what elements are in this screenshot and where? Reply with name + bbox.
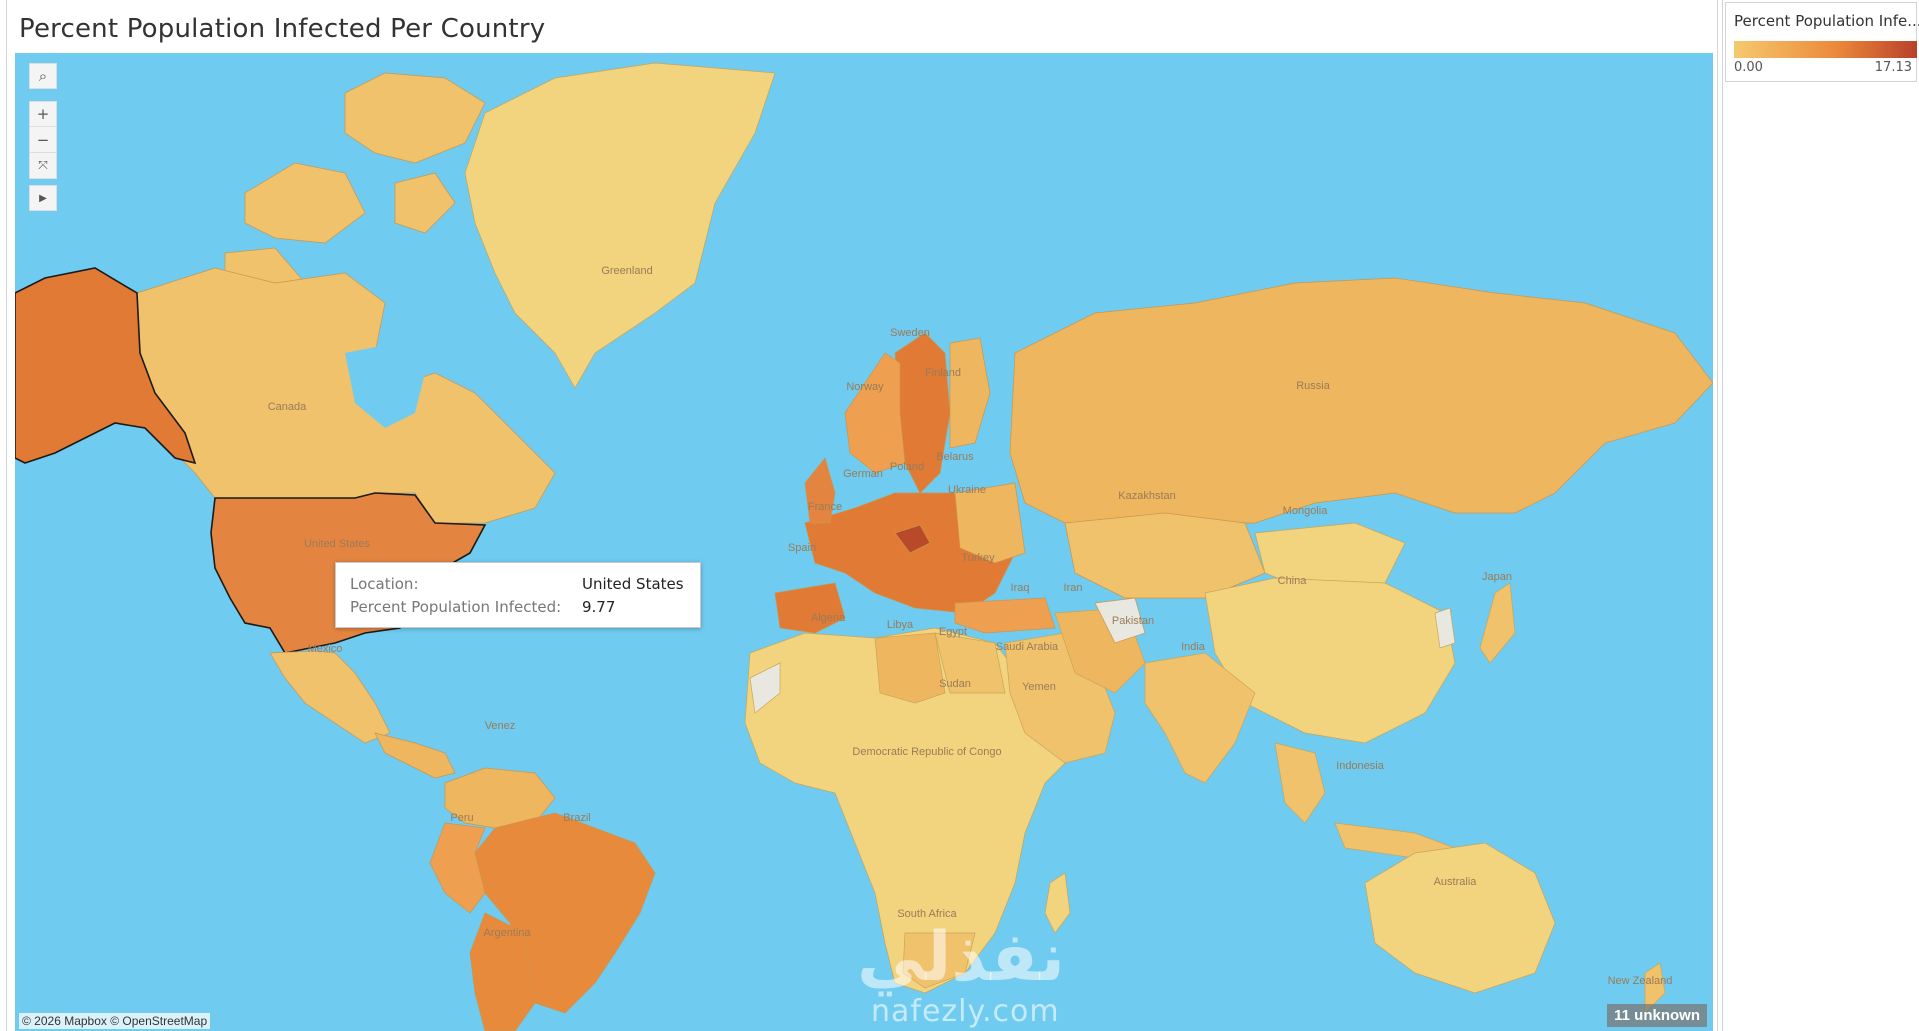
unknown-badge[interactable]: 11 unknown	[1607, 1004, 1707, 1027]
label-finland: Finland	[925, 367, 961, 379]
zoom-out-button[interactable]: −	[29, 127, 57, 153]
country-libya[interactable]	[874, 632, 946, 704]
label-russia: Russia	[1296, 380, 1331, 392]
reset-map-icon[interactable]: ⤧	[29, 153, 57, 179]
label-egypt: Egypt	[939, 626, 967, 638]
label-australia: Australia	[1434, 876, 1478, 888]
label-canada: Canada	[268, 401, 307, 413]
tooltip-metric-value: 9.77	[582, 598, 616, 616]
tooltip-location-value: United States	[582, 575, 684, 593]
sheet-title: Percent Population Infected Per Country	[19, 14, 546, 44]
watermark-arabic: نفذلي	[857, 918, 1066, 997]
label-ukraine: Ukraine	[948, 484, 986, 496]
label-libya: Libya	[887, 619, 914, 631]
label-norway: Norway	[846, 381, 884, 393]
map-view[interactable]: Greenland Canada United States Mexico Ve…	[15, 53, 1713, 1031]
label-sweden: Sweden	[890, 327, 930, 339]
label-peru: Peru	[450, 812, 473, 824]
map-controls: ⌕ + − ⤧ ▶	[29, 63, 57, 211]
watermark-latin: nafezly.com	[871, 994, 1060, 1029]
map-attribution[interactable]: © 2026 Mapbox © OpenStreetMap	[19, 1013, 211, 1029]
label-algeria: Algeria	[811, 612, 846, 624]
legend-panel: Percent Population Infe... 0.00 17.13	[1722, 0, 1919, 1031]
zoom-controls: + − ⤧	[29, 101, 57, 179]
map-sheet: Percent Population Infected Per Country	[6, 0, 1718, 1031]
label-venezuela: Venez	[485, 720, 516, 732]
label-iraq: Iraq	[1011, 582, 1030, 594]
label-india: India	[1181, 641, 1206, 653]
tooltip-location-row: Location: United States	[350, 573, 686, 596]
legend-title: Percent Population Infe...	[1734, 12, 1919, 30]
label-china: China	[1278, 575, 1308, 587]
label-japan: Japan	[1482, 571, 1512, 583]
label-kazakhstan: Kazakhstan	[1118, 490, 1175, 502]
label-france: France	[808, 501, 842, 513]
label-indonesia: Indonesia	[1336, 760, 1385, 772]
country-turkey[interactable]	[954, 597, 1056, 634]
label-turkey: Turkey	[961, 552, 995, 564]
label-spain: Spain	[788, 542, 816, 554]
zoom-in-button[interactable]: +	[29, 101, 57, 127]
label-mongolia: Mongolia	[1283, 505, 1329, 517]
label-drc: Democratic Republic of Congo	[852, 746, 1001, 758]
magnifier-icon[interactable]: ⌕	[29, 63, 57, 89]
legend-max-value: 17.13	[1874, 60, 1912, 75]
world-map[interactable]: Greenland Canada United States Mexico Ve…	[15, 53, 1713, 1031]
label-argentina: Argentina	[483, 927, 531, 939]
label-germany: German	[843, 468, 883, 480]
play-triangle-icon[interactable]: ▶	[29, 185, 57, 211]
label-yemen: Yemen	[1022, 681, 1056, 693]
label-new-zealand: New Zealand	[1608, 975, 1673, 987]
label-brazil: Brazil	[563, 812, 591, 824]
dashboard: Percent Population Infected Per Country	[0, 0, 1919, 1031]
tooltip-location-key: Location:	[350, 575, 419, 593]
legend-gradient-bar	[1734, 41, 1917, 58]
label-sudan: Sudan	[939, 678, 971, 690]
color-legend[interactable]: Percent Population Infe... 0.00 17.13	[1725, 2, 1919, 82]
tooltip-metric-row: Percent Population Infected: 9.77	[350, 596, 686, 619]
label-pakistan: Pakistan	[1112, 615, 1154, 627]
label-poland: Poland	[890, 461, 924, 473]
map-tooltip: Location: United States Percent Populati…	[335, 562, 701, 628]
label-greenland: Greenland	[601, 265, 652, 277]
label-iran: Iran	[1064, 582, 1083, 594]
legend-min-value: 0.00	[1734, 60, 1763, 75]
label-united-states: United States	[304, 538, 371, 550]
label-saudi-arabia: Saudi Arabia	[996, 641, 1059, 653]
tooltip-metric-key: Percent Population Infected:	[350, 598, 562, 616]
label-belarus: Belarus	[936, 451, 974, 463]
label-mexico: Mexico	[308, 643, 343, 655]
